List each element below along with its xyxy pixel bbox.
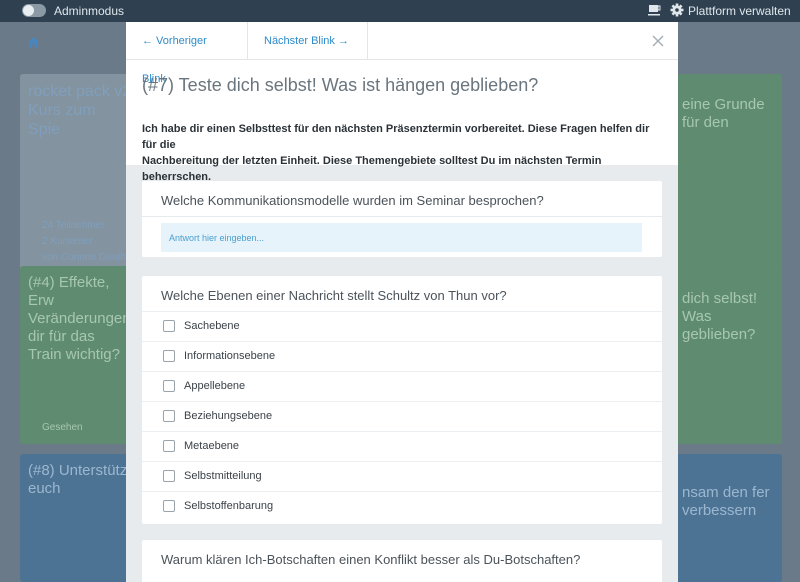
course-card[interactable]: rocket pack v2 Kurs zum Spie 24 Teilnehm… xyxy=(20,74,132,270)
option-label: Metaebene xyxy=(184,440,240,452)
checkbox-option[interactable]: Selbstoffenbarung xyxy=(142,491,662,521)
question-card: Welche Ebenen einer Nachricht stellt Sch… xyxy=(142,276,662,524)
checkbox-option[interactable]: Selbstmitteilung xyxy=(142,461,662,491)
blink-card[interactable]: eine Grunde für den xyxy=(668,74,782,270)
blink-card-title: nsam den fer verbessern xyxy=(682,484,770,519)
option-label: Appellebene xyxy=(184,380,246,392)
option-label: Beziehungsebene xyxy=(184,410,273,422)
option-label: Informationsebene xyxy=(184,350,276,362)
blink-card-title: eine Grunde für den xyxy=(682,96,765,131)
blink-card-title: (#8) Unterstütz euch xyxy=(28,462,128,497)
question-card: Warum klären Ich-Botschaften einen Konfl… xyxy=(142,540,662,582)
admin-mode-toggle[interactable] xyxy=(22,4,46,17)
course-author: von Corinna Günthe xyxy=(42,252,132,263)
checkbox[interactable] xyxy=(163,500,175,512)
coffee-cup-icon[interactable] xyxy=(648,4,661,16)
modal-title: (#7) Teste dich selbst! Was ist hängen g… xyxy=(142,75,539,95)
question-text: Welche Ebenen einer Nachricht stellt Sch… xyxy=(161,288,507,303)
question-text: Warum klären Ich-Botschaften einen Konfl… xyxy=(161,552,581,567)
gear-icon[interactable] xyxy=(670,3,684,17)
question-card: Welche Kommunikationsmodelle wurden im S… xyxy=(142,181,662,257)
admin-mode-label: Adminmodus xyxy=(54,4,125,18)
top-bar: Adminmodus Plattform verwalten xyxy=(0,0,800,22)
home-icon[interactable] xyxy=(27,36,40,49)
blink-navigation: ← Vorheriger Blink Nächster Blink → xyxy=(126,22,678,85)
checkbox-option[interactable]: Sachebene xyxy=(142,311,662,341)
close-icon[interactable] xyxy=(652,35,664,47)
next-blink-button[interactable]: Nächster Blink → xyxy=(248,22,368,60)
checkbox-option[interactable]: Appellebene xyxy=(142,371,662,401)
checkbox-option[interactable]: Metaebene xyxy=(142,431,662,461)
checkbox[interactable] xyxy=(163,380,175,392)
option-label: Selbstmitteilung xyxy=(184,470,262,482)
blink-card[interactable]: nsam den fer verbessern xyxy=(668,454,782,582)
checkbox[interactable] xyxy=(163,470,175,482)
option-label: Selbstoffenbarung xyxy=(184,500,274,512)
blink-card[interactable]: (#4) Effekte, Erw Veränderungen dir für … xyxy=(20,266,132,444)
participants-count: 24 Teilnehmer xyxy=(42,220,105,231)
blink-card[interactable]: (#8) Unterstütz euch xyxy=(20,454,132,582)
question-text: Welche Kommunikationsmodelle wurden im S… xyxy=(161,193,544,208)
previous-blink-button[interactable]: ← Vorheriger Blink xyxy=(126,22,248,85)
modal-header: ← Vorheriger Blink Nächster Blink → (#7)… xyxy=(126,22,678,183)
coaches-count: 2 Kursleiter xyxy=(42,236,93,247)
seen-status: Gesehen xyxy=(42,422,83,433)
blink-card-title: (#4) Effekte, Erw Veränderungen dir für … xyxy=(28,274,131,363)
checkbox[interactable] xyxy=(163,350,175,362)
blink-card-title: dich selbst! Was geblieben? xyxy=(682,290,758,343)
checkbox[interactable] xyxy=(163,320,175,332)
checkbox[interactable] xyxy=(163,440,175,452)
checkbox-option[interactable]: Beziehungsebene xyxy=(142,401,662,431)
course-card-title: rocket pack v2 Kurs zum Spie xyxy=(28,83,132,138)
checkbox[interactable] xyxy=(163,410,175,422)
blink-modal: ← Vorheriger Blink Nächster Blink → (#7)… xyxy=(126,22,678,582)
blink-card[interactable]: dich selbst! Was geblieben? xyxy=(668,266,782,444)
platform-manage-link[interactable]: Plattform verwalten xyxy=(688,4,791,18)
checkbox-option[interactable]: Informationsebene xyxy=(142,341,662,371)
answer-input[interactable] xyxy=(161,223,642,252)
option-label: Sachebene xyxy=(184,320,240,332)
modal-description: Ich habe dir einen Selbsttest für den nä… xyxy=(142,121,652,185)
divider xyxy=(142,216,662,217)
description-line: Ich habe dir einen Selbsttest für den nä… xyxy=(142,123,650,151)
